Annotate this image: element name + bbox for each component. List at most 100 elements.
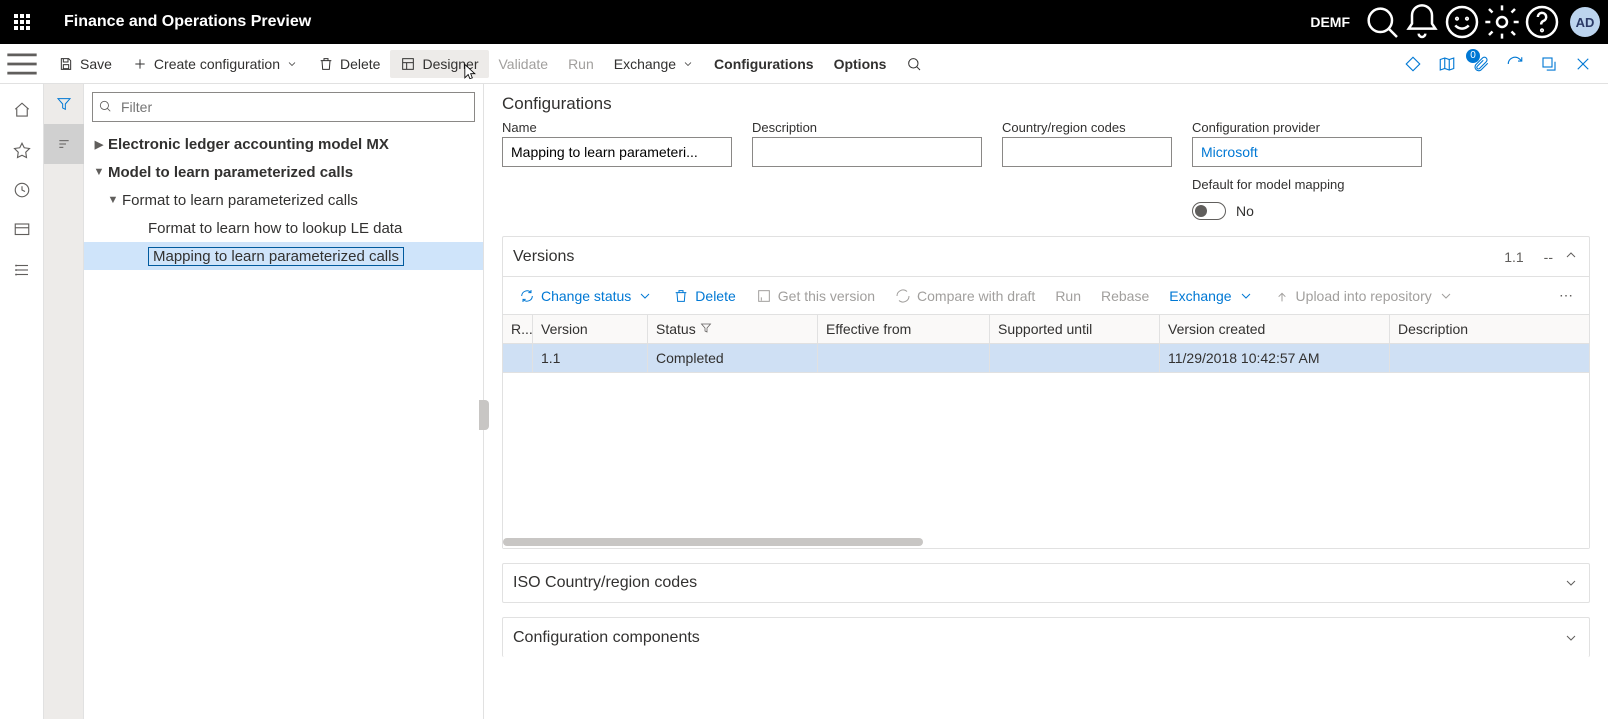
description-field[interactable] — [752, 137, 982, 167]
validate-button[interactable]: Validate — [489, 50, 559, 78]
bell-icon[interactable] — [1402, 0, 1442, 44]
cell-status[interactable]: Completed — [648, 344, 818, 372]
col-supported[interactable]: Supported until — [990, 315, 1160, 343]
country-field[interactable] — [1002, 137, 1172, 167]
splitter-handle[interactable] — [479, 400, 489, 430]
recent-icon[interactable] — [0, 170, 44, 210]
exchange-label: Exchange — [614, 56, 676, 72]
options-tab[interactable]: Options — [824, 50, 897, 78]
search-icon[interactable] — [1362, 0, 1402, 44]
funnel-icon[interactable] — [696, 321, 712, 337]
iso-country-fasttab[interactable]: ISO Country/region codes — [502, 563, 1590, 603]
gear-icon[interactable] — [1482, 0, 1522, 44]
tree-node[interactable]: ▼ Model to learn parameterized calls — [84, 158, 483, 186]
exchange-button[interactable]: Exchange — [604, 50, 704, 78]
plus-icon — [132, 56, 148, 72]
name-field[interactable] — [502, 137, 732, 167]
col-created[interactable]: Version created — [1160, 315, 1390, 343]
list-filter-toggle[interactable] — [44, 124, 84, 164]
cell-version[interactable]: 1.1 — [533, 344, 648, 372]
version-delete-button[interactable]: Delete — [665, 284, 743, 308]
home-icon[interactable] — [0, 90, 44, 130]
page-search-button[interactable] — [896, 50, 932, 78]
funnel-icon[interactable] — [44, 84, 84, 124]
country-label: Country/region codes — [1002, 120, 1172, 135]
tree-node-label: Format to learn how to lookup LE data — [148, 220, 402, 237]
components-title: Configuration components — [513, 629, 1563, 647]
more-actions-button[interactable]: ⋯ — [1551, 283, 1581, 308]
scrollbar-thumb[interactable] — [503, 538, 923, 546]
workspaces-icon[interactable] — [0, 210, 44, 250]
help-icon[interactable] — [1522, 0, 1562, 44]
action-pane: Save Create configuration Delete Designe… — [0, 44, 1608, 84]
save-button[interactable]: Save — [48, 50, 122, 78]
expand-icon[interactable]: ▶ — [90, 138, 108, 151]
search-icon — [98, 99, 112, 116]
cell-created[interactable]: 11/29/2018 10:42:57 AM — [1160, 344, 1390, 372]
configurations-tab[interactable]: Configurations — [704, 50, 824, 78]
col-mark[interactable]: R... — [503, 315, 533, 343]
chevron-down-icon — [1563, 575, 1579, 591]
refresh-button[interactable] — [1498, 47, 1532, 81]
col-description[interactable]: Description — [1390, 315, 1589, 343]
horizontal-scrollbar[interactable] — [503, 538, 1589, 548]
validate-label: Validate — [499, 56, 549, 72]
rebase-label: Rebase — [1101, 288, 1149, 304]
grid-row[interactable]: 1.1 Completed 11/29/2018 10:42:57 AM — [503, 344, 1589, 373]
refresh-icon — [895, 288, 911, 304]
smile-icon[interactable] — [1442, 0, 1482, 44]
provider-field[interactable] — [1192, 137, 1422, 167]
cell-mark[interactable] — [503, 344, 533, 372]
components-fasttab[interactable]: Configuration components — [502, 617, 1590, 657]
user-avatar[interactable]: AD — [1570, 7, 1600, 37]
nav-pane-toggle[interactable] — [0, 44, 44, 84]
rebase-button: Rebase — [1093, 284, 1157, 308]
change-status-button[interactable]: Change status — [511, 284, 661, 308]
tree-node[interactable]: ▶ Electronic ledger accounting model MX — [84, 130, 483, 158]
tree-node[interactable]: Format to learn how to lookup LE data — [84, 214, 483, 242]
chevron-down-icon — [1563, 630, 1579, 646]
grid-header: R... Version Status Effective from Suppo… — [503, 315, 1589, 344]
create-configuration-button[interactable]: Create configuration — [122, 50, 308, 78]
version-delete-label: Delete — [695, 288, 735, 304]
versions-fasttab-header[interactable]: Versions 1.1 -- — [503, 237, 1589, 277]
cell-supported[interactable] — [990, 344, 1160, 372]
version-run-button: Run — [1047, 284, 1089, 308]
options-label: Options — [834, 56, 887, 72]
delete-button[interactable]: Delete — [308, 50, 390, 78]
get-version-label: Get this version — [778, 288, 875, 304]
version-exchange-label: Exchange — [1169, 288, 1231, 304]
versions-summary-version: 1.1 — [1494, 249, 1533, 265]
modules-icon[interactable] — [0, 250, 44, 290]
tree-filter-input[interactable] — [92, 92, 475, 122]
version-exchange-button[interactable]: Exchange — [1161, 284, 1261, 308]
company-code[interactable]: DEMF — [1298, 14, 1362, 30]
tree-node-selected[interactable]: Mapping to learn parameterized calls — [84, 242, 483, 270]
default-mapping-toggle[interactable] — [1192, 202, 1226, 220]
chevron-down-icon — [682, 58, 694, 70]
collapse-icon[interactable]: ▼ — [90, 166, 108, 178]
cell-description[interactable] — [1390, 344, 1589, 372]
app-launcher-button[interactable] — [0, 0, 44, 44]
favorite-icon[interactable] — [0, 130, 44, 170]
col-effective[interactable]: Effective from — [818, 315, 990, 343]
collapse-icon[interactable]: ▼ — [104, 194, 122, 206]
tree-node[interactable]: ▼ Format to learn parameterized calls — [84, 186, 483, 214]
popout-button[interactable] — [1532, 47, 1566, 81]
cell-effective[interactable] — [818, 344, 990, 372]
tree-node-label: Format to learn parameterized calls — [122, 192, 358, 209]
chevron-up-icon — [1563, 247, 1579, 266]
versions-grid: R... Version Status Effective from Suppo… — [503, 314, 1589, 548]
col-status[interactable]: Status — [648, 315, 818, 343]
description-label: Description — [752, 120, 982, 135]
waffle-icon — [14, 14, 30, 30]
diamond-icon[interactable] — [1396, 47, 1430, 81]
close-button[interactable] — [1566, 47, 1600, 81]
run-button[interactable]: Run — [558, 50, 604, 78]
iso-country-title: ISO Country/region codes — [513, 574, 1563, 592]
configuration-tree[interactable]: ▶ Electronic ledger accounting model MX … — [84, 130, 483, 719]
designer-button[interactable]: Designer — [390, 50, 488, 78]
col-version[interactable]: Version — [533, 315, 648, 343]
map-icon[interactable] — [1430, 47, 1464, 81]
attachments-button[interactable]: 0 — [1464, 47, 1498, 81]
